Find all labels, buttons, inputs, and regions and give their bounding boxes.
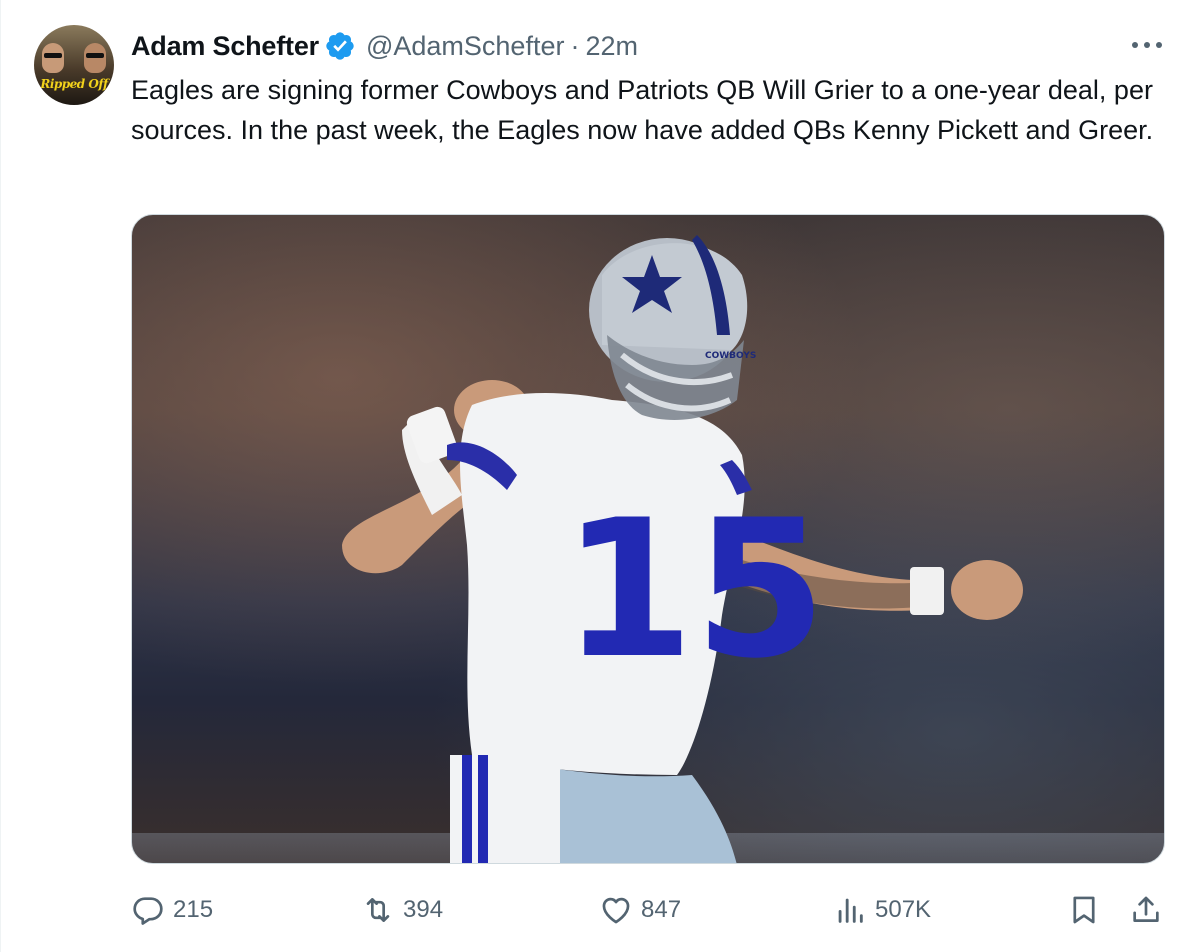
share-button[interactable] [1129, 890, 1163, 930]
football-player-image: 15 COWBOYS [342, 235, 1023, 863]
more-options-icon[interactable] [1129, 30, 1165, 60]
view-count: 507K [875, 896, 932, 923]
verified-badge-icon[interactable] [324, 30, 356, 62]
views-button[interactable]: 507K [833, 890, 931, 930]
reply-count: 215 [173, 896, 214, 923]
reply-icon [133, 897, 163, 925]
tweet-timestamp[interactable]: 22m [585, 31, 638, 62]
like-count: 847 [641, 896, 682, 923]
author-handle[interactable]: @AdamSchefter [366, 31, 565, 62]
retweet-icon [366, 898, 390, 922]
tweet-header: Adam Schefter @AdamSchefter · 22m [131, 28, 638, 64]
retweet-count: 394 [403, 896, 444, 923]
separator-dot: · [570, 30, 580, 61]
author-name[interactable]: Adam Schefter [131, 31, 319, 62]
author-avatar[interactable]: Ripped Off [34, 25, 114, 105]
tweet-actions: 215 394 847 507K [131, 890, 1171, 930]
share-icon [1133, 896, 1159, 922]
like-button[interactable]: 847 [599, 890, 681, 930]
tweet-text: Eagles are signing former Cowboys and Pa… [131, 75, 1154, 145]
helmet-text: COWBOYS [705, 351, 756, 361]
views-chart-icon [838, 898, 863, 923]
retweet-button[interactable]: 394 [361, 890, 443, 930]
reply-button[interactable]: 215 [131, 890, 213, 930]
heart-icon [602, 897, 630, 924]
jersey-number: 15 [562, 479, 826, 700]
bookmark-button[interactable] [1067, 890, 1101, 930]
tweet-photo[interactable]: 15 COWBOYS [131, 214, 1165, 864]
avatar-logo: Ripped Off [40, 77, 108, 91]
bookmark-icon [1073, 896, 1095, 924]
tweet-card[interactable]: Ripped Off Adam Schefter @AdamSchefter ·… [0, 0, 1196, 952]
